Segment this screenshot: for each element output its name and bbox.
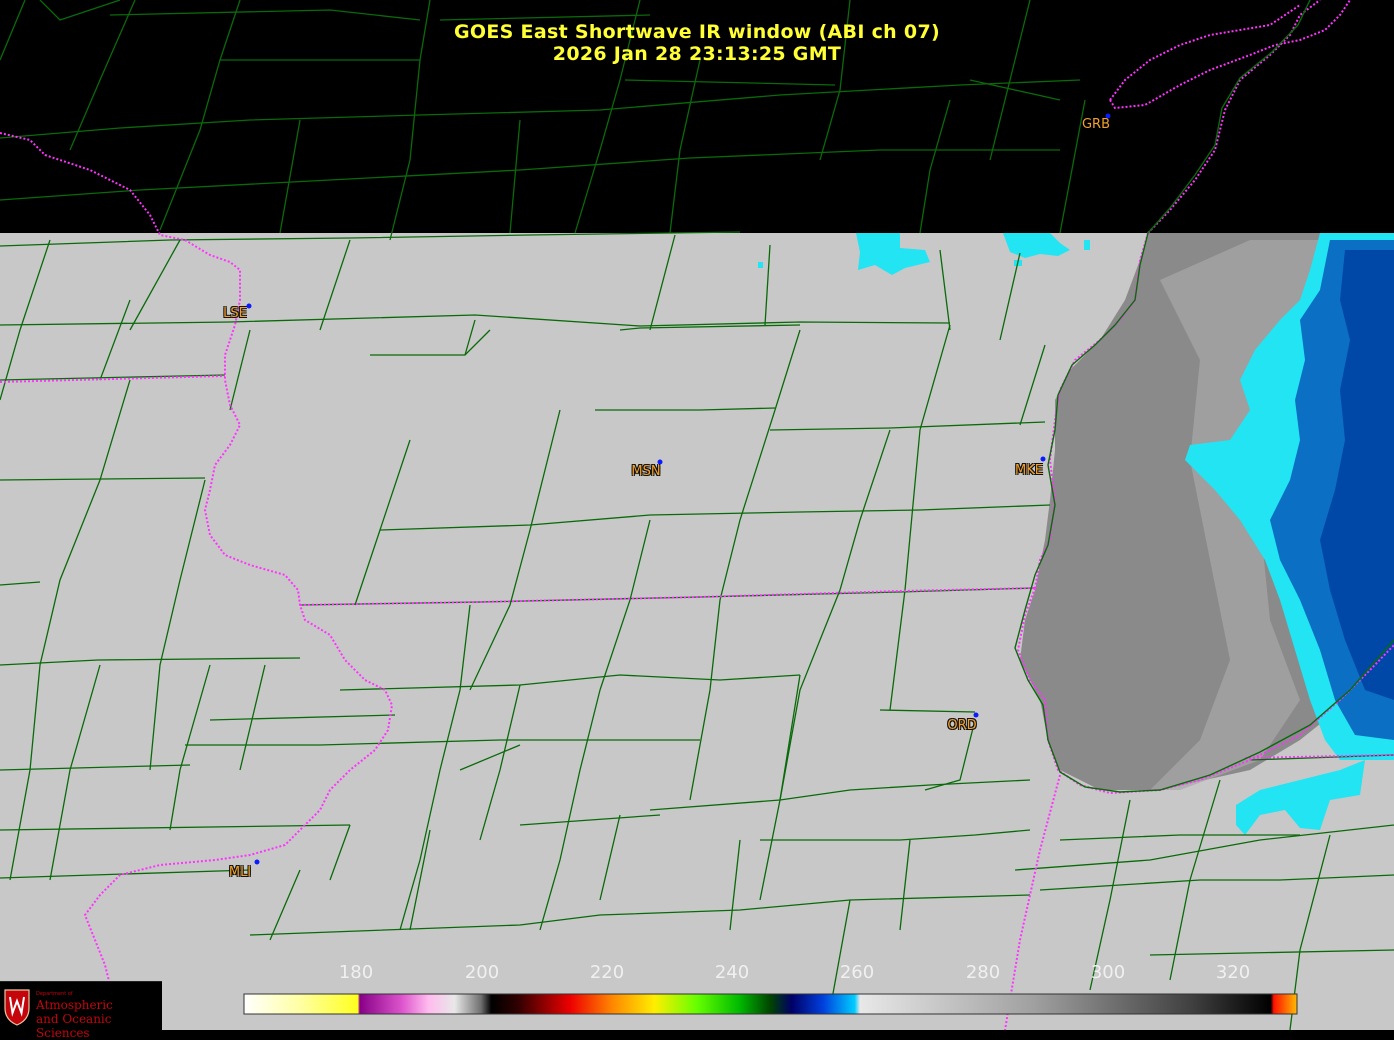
station-label-lse: LSE: [223, 306, 247, 321]
station-label-mke: MKE: [1015, 463, 1043, 478]
station-dot-ord: [973, 712, 979, 718]
colorbar-tick: 260: [839, 962, 875, 983]
colorbar-tick: 280: [965, 962, 1001, 983]
station-label-ord: ORD: [947, 718, 977, 733]
station-label-msn: MSN: [631, 464, 661, 479]
station-dot-mke: [1040, 456, 1046, 462]
logo-line1: Atmospheric: [36, 998, 113, 1012]
station-dot-mli: [254, 859, 260, 865]
colorbar-tick: 320: [1215, 962, 1251, 983]
logo-dept-text: Department of: [36, 991, 73, 997]
colorbar-tick: 200: [464, 962, 500, 983]
map-timestamp: 2026 Jan 28 23:13:25 GMT: [552, 43, 842, 65]
department-logo: Department of Atmospheric and Oceanic Sc…: [0, 981, 162, 1040]
station-dot-lse: [246, 303, 252, 309]
colorbar-tick: 300: [1090, 962, 1126, 983]
map-title: GOES East Shortwave IR window (ABI ch 07…: [454, 21, 940, 43]
satellite-map: [0, 0, 1394, 1030]
logo-line2: and Oceanic Sciences: [36, 1012, 112, 1040]
colorbar-tick: 180: [338, 962, 374, 983]
uw-crest-icon: [4, 989, 30, 1026]
station-label-grb: GRB: [1081, 117, 1111, 132]
station-label-mli: MLI: [228, 865, 252, 880]
temperature-colorbar: [243, 993, 1298, 1015]
colorbar-tick: 220: [589, 962, 625, 983]
colorbar-tick: 240: [714, 962, 750, 983]
